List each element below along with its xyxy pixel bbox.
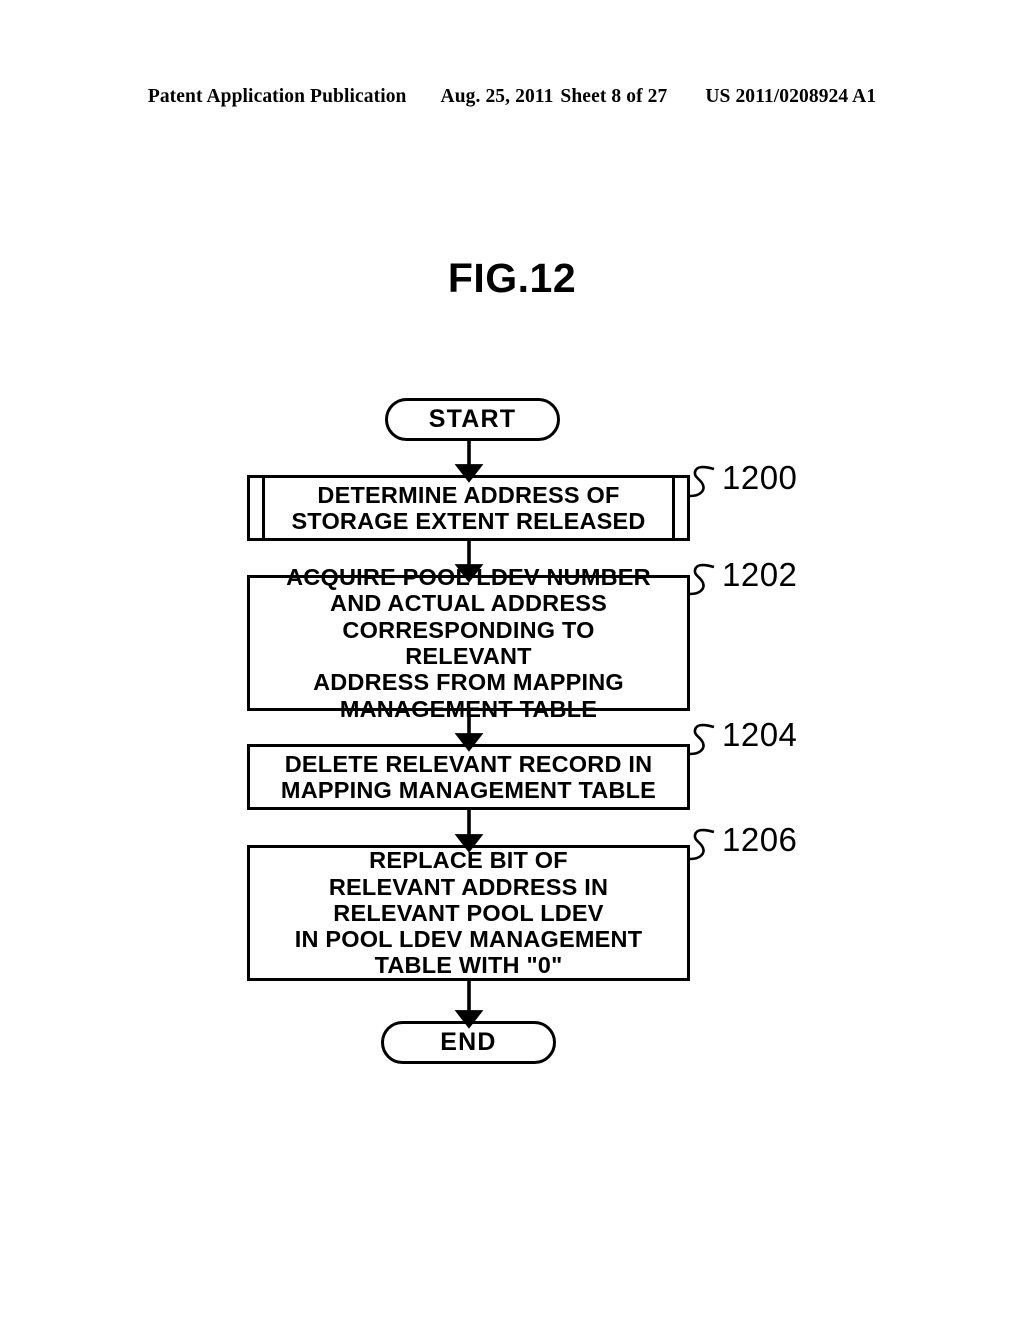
reference-numeral-1200: 1200 [722,459,798,496]
reference-numeral-1202: 1202 [722,556,798,593]
flowchart-end-terminator: END [381,1021,556,1064]
leader-line-1202 [689,563,715,596]
reference-numeral-1204: 1204 [722,716,798,753]
leader-line-1200 [689,465,715,498]
flowchart-step-1202: ACQUIRE POOL LDEV NUMBER AND ACTUAL ADDR… [247,564,690,722]
leader-line-1204 [689,723,715,756]
leader-line-1206 [689,828,715,861]
flowchart-step-1204: DELETE RELEVANT RECORD IN MAPPING MANAGE… [247,744,690,810]
flowchart-start-terminator: START [385,398,560,441]
end-label: END [440,1028,497,1056]
step-1206-text: REPLACE BIT OF RELEVANT ADDRESS IN RELEV… [294,847,643,979]
flowchart-step-1200: DETERMINE ADDRESS OF STORAGE EXTENT RELE… [247,475,690,541]
step-1202-text: ACQUIRE POOL LDEV NUMBER AND ACTUAL ADDR… [286,564,651,722]
flowchart-step-1206: REPLACE BIT OF RELEVANT ADDRESS IN RELEV… [247,845,690,981]
step-1204-text: DELETE RELEVANT RECORD IN MAPPING MANAGE… [280,750,657,803]
reference-numeral-1206: 1206 [722,821,798,858]
step-1200-text: DETERMINE ADDRESS OF STORAGE EXTENT RELE… [291,481,646,534]
start-label: START [428,405,517,433]
flowchart: START DETERMINE ADDRESS OF STORAGE EXTEN… [0,0,1024,1320]
